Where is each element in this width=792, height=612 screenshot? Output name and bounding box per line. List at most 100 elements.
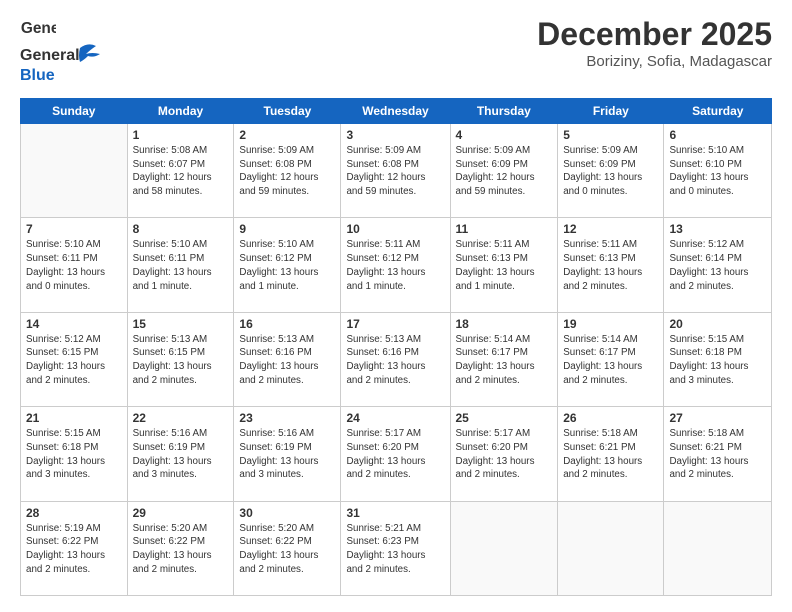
day-number: 29 [133,506,229,520]
day-info: Sunrise: 5:10 AM Sunset: 6:11 PM Dayligh… [133,238,229,293]
day-number: 12 [563,222,658,236]
day-number: 10 [346,222,444,236]
header-thursday: Thursday [450,99,558,124]
header: General General Blue December 2025 Boriz… [20,16,772,88]
day-number: 5 [563,128,658,142]
day-number: 2 [239,128,335,142]
day-info: Sunrise: 5:08 AM Sunset: 6:07 PM Dayligh… [133,144,229,199]
logo-bird-icon: General [20,16,56,40]
logo: General General Blue [20,16,110,88]
table-row [450,501,558,595]
header-wednesday: Wednesday [341,99,450,124]
day-info: Sunrise: 5:09 AM Sunset: 6:09 PM Dayligh… [456,144,553,199]
table-row: 8Sunrise: 5:10 AM Sunset: 6:11 PM Daylig… [127,218,234,312]
day-number: 13 [669,222,766,236]
day-info: Sunrise: 5:14 AM Sunset: 6:17 PM Dayligh… [563,333,658,388]
day-number: 26 [563,411,658,425]
table-row [664,501,772,595]
table-row: 30Sunrise: 5:20 AM Sunset: 6:22 PM Dayli… [234,501,341,595]
table-row: 10 Sunrise: 5:11 AM Sunset: 6:12 PM Dayli… [341,218,450,312]
location-subtitle: Boriziny, Sofia, Madagascar [537,53,772,70]
day-number: 31 [346,506,444,520]
table-row: 11 Sunrise: 5:11 AM Sunset: 6:13 PM Dayli… [450,218,558,312]
day-info: Sunrise: 5:18 AM Sunset: 6:21 PM Dayligh… [563,427,658,482]
day-number: 16 [239,317,335,331]
table-row: 3 Sunrise: 5:09 AM Sunset: 6:08 PM Daylig… [341,124,450,218]
day-info: Sunrise: 5:10 AM Sunset: 6:12 PM Dayligh… [239,238,335,293]
table-row: 23Sunrise: 5:16 AM Sunset: 6:19 PM Dayli… [234,407,341,501]
svg-text:General: General [21,20,56,37]
day-number: 21 [26,411,122,425]
calendar-week-row: 28 Sunrise: 5:19 AM Sunset: 6:22 PM Dayli… [21,501,772,595]
table-row: 5Sunrise: 5:09 AM Sunset: 6:09 PM Daylig… [558,124,664,218]
table-row: 6 Sunrise: 5:10 AM Sunset: 6:10 PM Daylig… [664,124,772,218]
day-number: 22 [133,411,229,425]
table-row: 20 Sunrise: 5:15 AM Sunset: 6:18 PM Dayli… [664,312,772,406]
table-row: 14Sunrise: 5:12 AM Sunset: 6:15 PM Dayli… [21,312,128,406]
page: General General Blue December 2025 Boriz… [0,0,792,612]
table-row: 27Sunrise: 5:18 AM Sunset: 6:21 PM Dayli… [664,407,772,501]
day-info: Sunrise: 5:13 AM Sunset: 6:16 PM Dayligh… [346,333,444,388]
header-saturday: Saturday [664,99,772,124]
day-info: Sunrise: 5:09 AM Sunset: 6:08 PM Dayligh… [239,144,335,199]
day-info: Sunrise: 5:10 AM Sunset: 6:11 PM Dayligh… [26,238,122,293]
svg-text:General: General [20,47,80,64]
svg-text:Blue: Blue [20,67,55,84]
table-row: 21 Sunrise: 5:15 AM Sunset: 6:18 PM Dayli… [21,407,128,501]
day-info: Sunrise: 5:16 AM Sunset: 6:19 PM Dayligh… [133,427,229,482]
day-info: Sunrise: 5:15 AM Sunset: 6:18 PM Dayligh… [26,427,122,482]
day-info: Sunrise: 5:20 AM Sunset: 6:22 PM Dayligh… [239,522,335,577]
day-info: Sunrise: 5:10 AM Sunset: 6:10 PM Dayligh… [669,144,766,199]
day-info: Sunrise: 5:11 AM Sunset: 6:12 PM Dayligh… [346,238,444,293]
calendar-week-row: 1 Sunrise: 5:08 AM Sunset: 6:07 PM Daylig… [21,124,772,218]
day-info: Sunrise: 5:09 AM Sunset: 6:08 PM Dayligh… [346,144,444,199]
day-info: Sunrise: 5:14 AM Sunset: 6:17 PM Dayligh… [456,333,553,388]
table-row: 26 Sunrise: 5:18 AM Sunset: 6:21 PM Dayli… [558,407,664,501]
day-number: 7 [26,222,122,236]
calendar-header-row: Sunday Monday Tuesday Wednesday Thursday… [21,99,772,124]
table-row: 31 Sunrise: 5:21 AM Sunset: 6:23 PM Dayli… [341,501,450,595]
table-row: 15 Sunrise: 5:13 AM Sunset: 6:15 PM Dayli… [127,312,234,406]
day-number: 19 [563,317,658,331]
table-row: 4 Sunrise: 5:09 AM Sunset: 6:09 PM Daylig… [450,124,558,218]
day-info: Sunrise: 5:20 AM Sunset: 6:22 PM Dayligh… [133,522,229,577]
table-row: 25Sunrise: 5:17 AM Sunset: 6:20 PM Dayli… [450,407,558,501]
day-info: Sunrise: 5:11 AM Sunset: 6:13 PM Dayligh… [563,238,658,293]
day-info: Sunrise: 5:11 AM Sunset: 6:13 PM Dayligh… [456,238,553,293]
table-row: 2 Sunrise: 5:09 AM Sunset: 6:08 PM Daylig… [234,124,341,218]
table-row: 28 Sunrise: 5:19 AM Sunset: 6:22 PM Dayli… [21,501,128,595]
calendar-week-row: 14Sunrise: 5:12 AM Sunset: 6:15 PM Dayli… [21,312,772,406]
day-number: 23 [239,411,335,425]
day-number: 18 [456,317,553,331]
day-number: 11 [456,222,553,236]
table-row: 17Sunrise: 5:13 AM Sunset: 6:16 PM Dayli… [341,312,450,406]
table-row: 16 Sunrise: 5:13 AM Sunset: 6:16 PM Dayli… [234,312,341,406]
day-info: Sunrise: 5:21 AM Sunset: 6:23 PM Dayligh… [346,522,444,577]
calendar-table: Sunday Monday Tuesday Wednesday Thursday… [20,98,772,596]
day-number: 3 [346,128,444,142]
header-tuesday: Tuesday [234,99,341,124]
day-info: Sunrise: 5:15 AM Sunset: 6:18 PM Dayligh… [669,333,766,388]
day-number: 15 [133,317,229,331]
calendar-week-row: 21 Sunrise: 5:15 AM Sunset: 6:18 PM Dayli… [21,407,772,501]
day-info: Sunrise: 5:18 AM Sunset: 6:21 PM Dayligh… [669,427,766,482]
table-row: 1 Sunrise: 5:08 AM Sunset: 6:07 PM Daylig… [127,124,234,218]
table-row: 13Sunrise: 5:12 AM Sunset: 6:14 PM Dayli… [664,218,772,312]
day-number: 4 [456,128,553,142]
table-row: 19 Sunrise: 5:14 AM Sunset: 6:17 PM Dayli… [558,312,664,406]
table-row: 7 Sunrise: 5:10 AM Sunset: 6:11 PM Daylig… [21,218,128,312]
day-info: Sunrise: 5:13 AM Sunset: 6:16 PM Dayligh… [239,333,335,388]
month-title: December 2025 [537,16,772,53]
table-row: 18 Sunrise: 5:14 AM Sunset: 6:17 PM Dayli… [450,312,558,406]
day-info: Sunrise: 5:13 AM Sunset: 6:15 PM Dayligh… [133,333,229,388]
table-row: 24Sunrise: 5:17 AM Sunset: 6:20 PM Dayli… [341,407,450,501]
day-number: 6 [669,128,766,142]
day-info: Sunrise: 5:19 AM Sunset: 6:22 PM Dayligh… [26,522,122,577]
day-number: 20 [669,317,766,331]
day-number: 28 [26,506,122,520]
day-info: Sunrise: 5:12 AM Sunset: 6:15 PM Dayligh… [26,333,122,388]
table-row [21,124,128,218]
day-info: Sunrise: 5:17 AM Sunset: 6:20 PM Dayligh… [456,427,553,482]
day-number: 1 [133,128,229,142]
day-number: 9 [239,222,335,236]
